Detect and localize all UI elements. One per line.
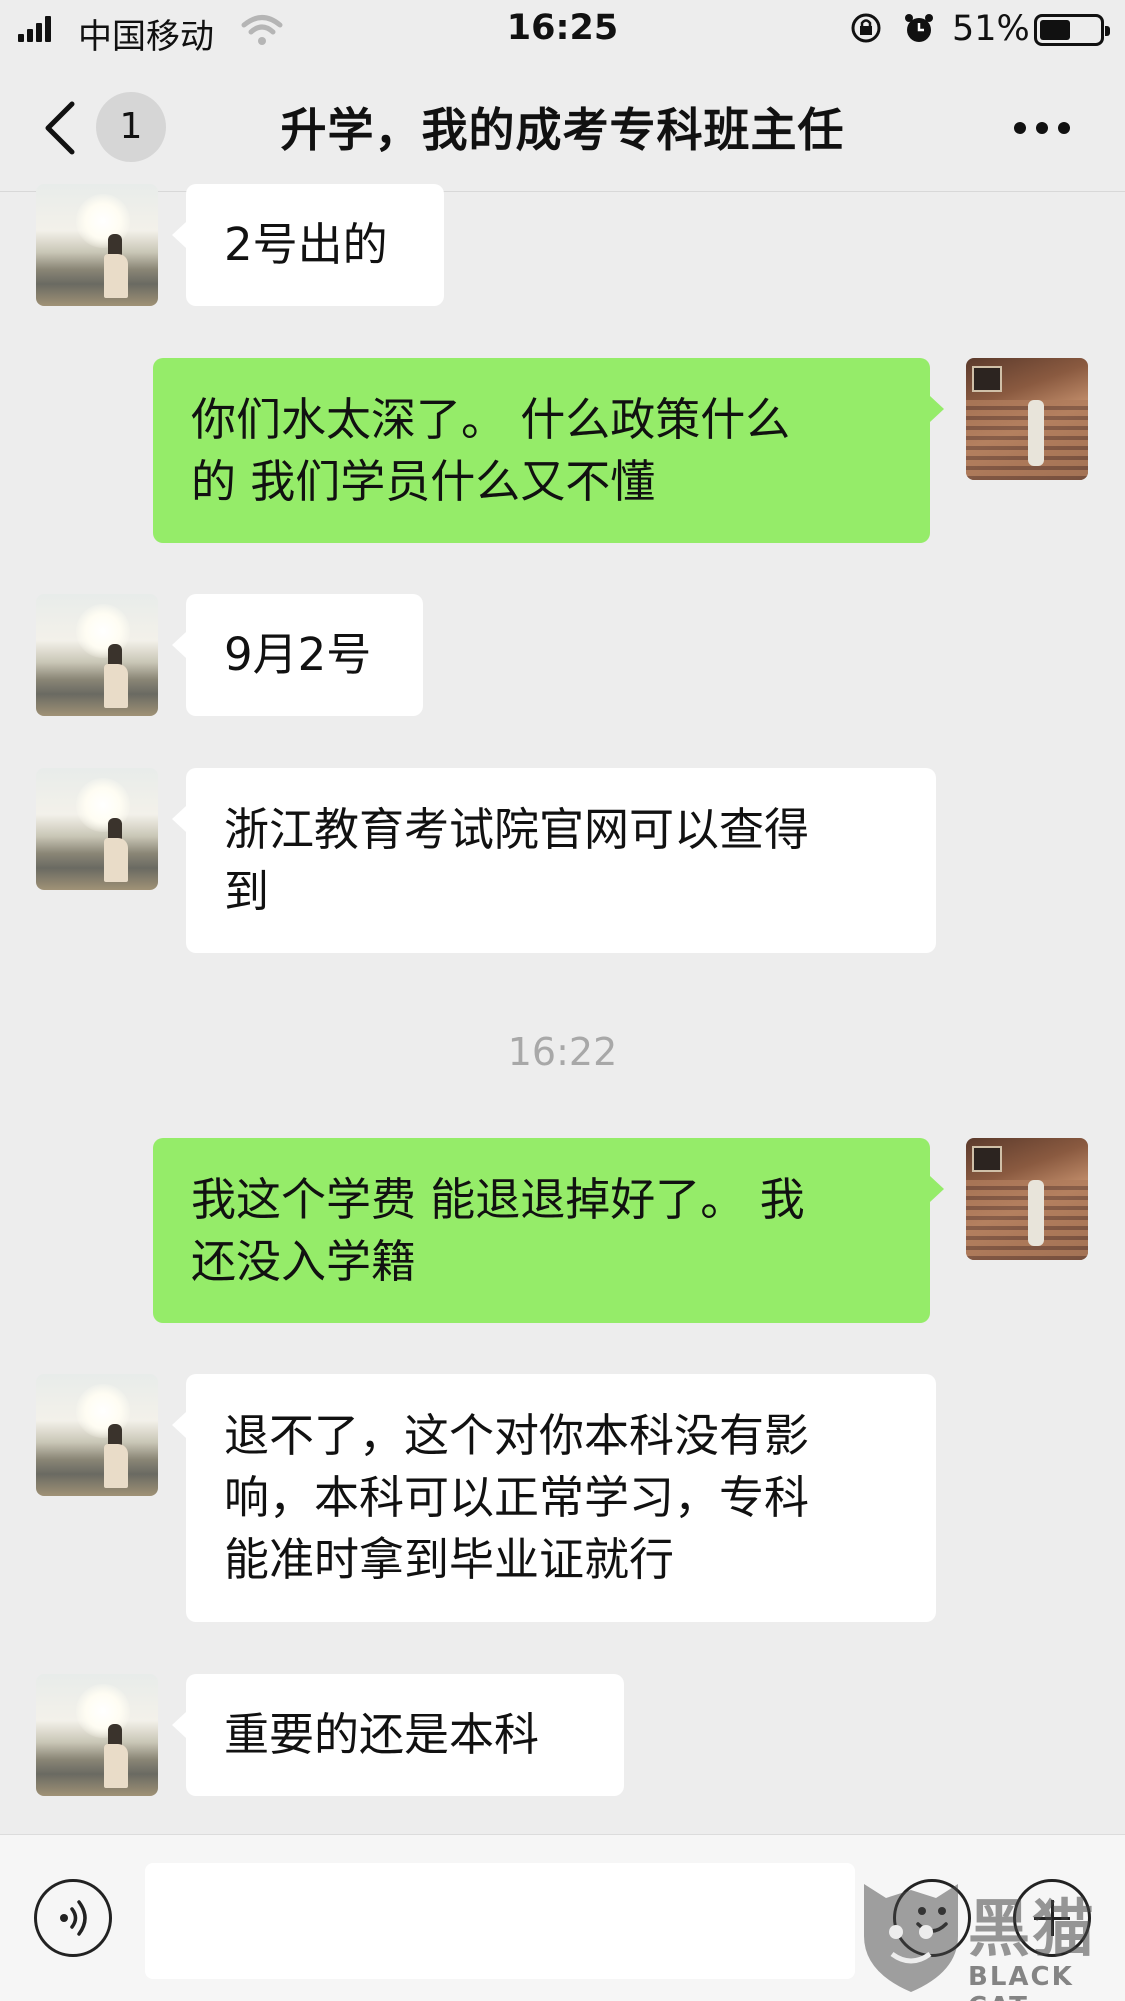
battery-percent: 51% <box>952 9 1030 49</box>
own-avatar[interactable] <box>966 1138 1088 1260</box>
message-timestamp: 16:22 <box>507 1030 618 1074</box>
message-line: 你们水太深了。 什么政策什么 <box>191 392 791 446</box>
watermark-text-en: BLACK CAT <box>968 1962 1074 2001</box>
unread-count-badge[interactable]: 1 <box>96 92 166 162</box>
message-bubble-outgoing[interactable]: 我这个学费 能退退掉好了。 我 还没入学籍 <box>153 1138 944 1323</box>
battery-icon <box>1034 14 1110 46</box>
chat-title: 升学，我的成考专科班主任 <box>280 103 845 157</box>
own-avatar[interactable] <box>966 358 1088 480</box>
message-line: 9月2号 <box>224 628 372 681</box>
message-bubble-incoming[interactable]: 重要的还是本科 <box>172 1674 624 1796</box>
message-line: 重要的还是本科 <box>224 1708 540 1761</box>
rotation-lock-icon <box>851 13 881 43</box>
message-bubble-outgoing[interactable]: 你们水太深了。 什么政策什么 的 我们学员什么又不懂 <box>153 358 944 543</box>
watermark-text-cn: 黑猫 <box>968 1892 1097 1965</box>
black-cat-shield-icon <box>864 1884 958 1992</box>
contact-avatar[interactable] <box>36 1374 158 1496</box>
contact-avatar[interactable] <box>36 768 158 890</box>
alarm-icon <box>905 14 933 42</box>
message-line: 浙江教育考试院官网可以查得 <box>224 802 810 856</box>
message-line: 的 我们学员什么又不懂 <box>191 454 656 508</box>
message-bubble-incoming[interactable]: 9月2号 <box>172 594 423 716</box>
voice-icon[interactable] <box>34 1879 112 1957</box>
contact-avatar[interactable] <box>36 594 158 716</box>
message-line: 能准时拿到毕业证就行 <box>224 1533 675 1586</box>
contact-avatar[interactable] <box>36 1674 158 1796</box>
message-line: 响，本科可以正常学习，专科 <box>224 1471 810 1524</box>
message-bubble-incoming[interactable]: 浙江教育考试院官网可以查得 到 <box>172 768 936 953</box>
message-line: 还没入学籍 <box>191 1234 417 1288</box>
message-line: 退不了，这个对你本科没有影 <box>224 1409 810 1462</box>
message-input[interactable] <box>145 1863 855 1979</box>
more-dots-icon[interactable] <box>1012 116 1072 140</box>
message-line: 2号出的 <box>224 218 388 271</box>
contact-avatar[interactable] <box>36 184 158 306</box>
message-line: 我这个学费 能退退掉好了。 我 <box>191 1172 805 1226</box>
message-line: 到 <box>224 864 270 918</box>
chat-header: 1 升学，我的成考专科班主任 <box>0 64 1125 192</box>
watermark-logo: 黑猫 BLACK CAT <box>856 1870 1125 2001</box>
status-bar: 中国移动 16:25 51% <box>0 0 1125 64</box>
chevron-left-icon[interactable] <box>40 100 80 156</box>
message-bubble-incoming[interactable]: 退不了，这个对你本科没有影 响，本科可以正常学习，专科 能准时拿到毕业证就行 <box>172 1374 936 1622</box>
message-bubble-incoming[interactable]: 2号出的 <box>172 184 444 306</box>
